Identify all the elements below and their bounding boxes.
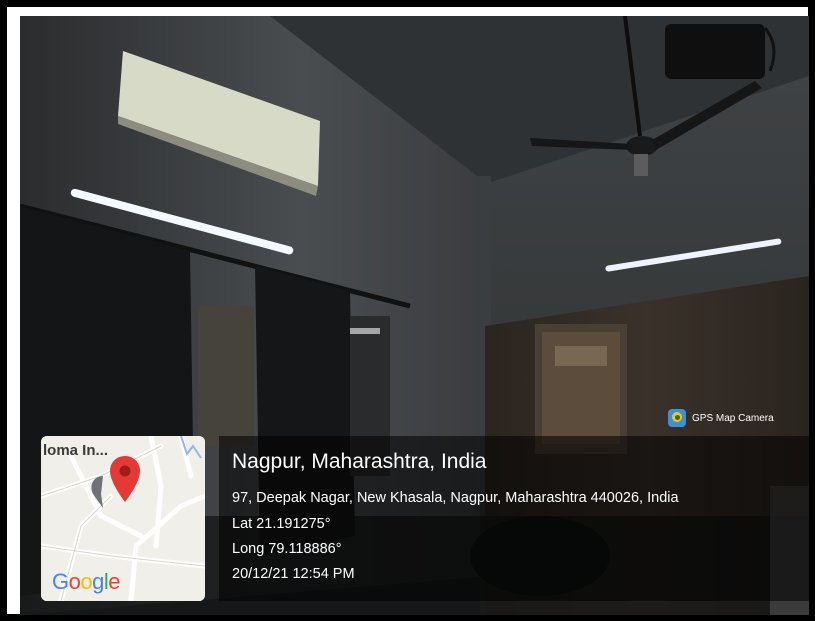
google-logo-letter: g (92, 569, 104, 594)
google-logo-letter: o (80, 569, 93, 594)
google-logo-letter: G (52, 569, 69, 594)
timestamp-value: 20/12/21 12:54 PM (232, 566, 355, 582)
gps-map-camera-icon (668, 409, 686, 427)
map-pin-icon (110, 456, 140, 502)
map-thumbnail[interactable]: loma In... Google (41, 436, 205, 601)
location-info-panel: Nagpur, Maharashtra, India 97, Deepak Na… (219, 436, 809, 601)
map-place-label: loma In... (43, 442, 109, 459)
latitude-value: Lat 21.191275° (232, 516, 331, 532)
location-title: Nagpur, Maharashtra, India (232, 450, 487, 473)
longitude-value: Long 79.118886° (232, 541, 342, 557)
gps-map-camera-badge: GPS Map Camera (668, 407, 774, 429)
location-address: 97, Deepak Nagar, New Khasala, Nagpur, M… (232, 490, 679, 506)
app-badge-label: GPS Map Camera (692, 412, 774, 424)
google-logo: Google (52, 569, 121, 595)
google-logo-letter: e (108, 569, 121, 594)
google-logo-letter: o (68, 569, 81, 594)
geotagged-photo: GPS Map Camera loma In... Google Nagpur,… (20, 16, 809, 615)
